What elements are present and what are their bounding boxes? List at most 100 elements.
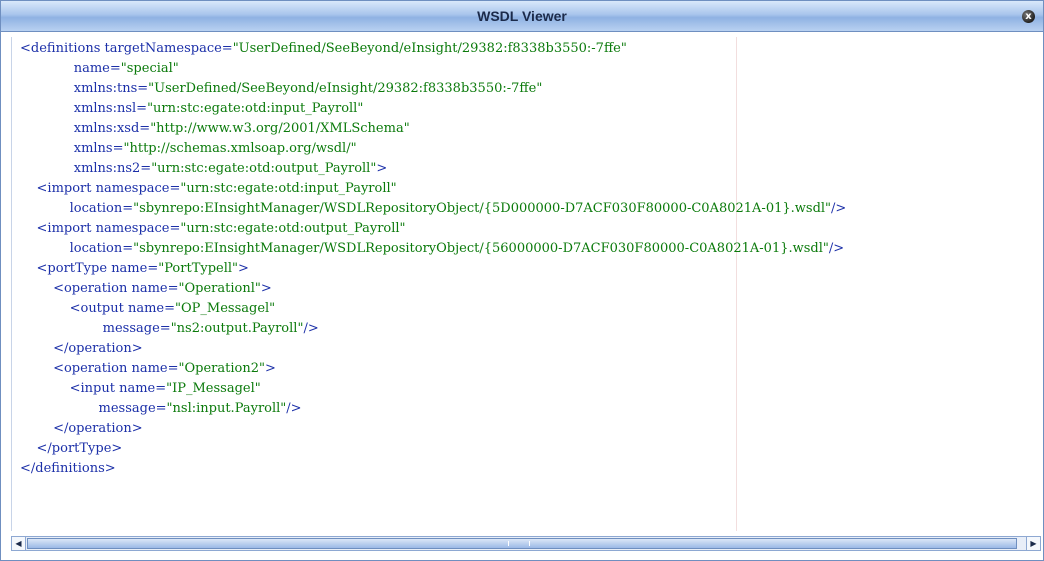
code-token: "Operationl" (178, 281, 261, 296)
code-token: name= (73, 61, 121, 76)
code-line: xmlns:nsl="urn:stc:egate:otd:input_Payro… (20, 99, 364, 119)
window-title: WSDL Viewer (477, 8, 567, 24)
scroll-left-arrow-icon[interactable]: ◀ (12, 537, 26, 550)
scrollbar-thumb[interactable] (27, 538, 1017, 549)
code-token: message= (98, 401, 167, 416)
margin-guide (736, 37, 737, 531)
code-token: "Operation2" (178, 361, 265, 376)
code-line: <portType name="PortTypell"> (20, 259, 249, 279)
title-bar[interactable]: WSDL Viewer x (1, 1, 1043, 32)
code-token: /> (303, 321, 319, 336)
code-line: xmlns:tns="UserDefined/SeeBeyond/eInsigh… (20, 79, 543, 99)
code-token: targetNamespace= (104, 41, 233, 56)
code-token: "urn:stc:egate:otd:input_Payroll" (180, 181, 397, 196)
code-line: </operation> (20, 419, 143, 439)
code-token: "UserDefined/SeeBeyond/eInsight/29382:f8… (148, 81, 543, 96)
code-token: "http://schemas.xmlsoap.org/wsdl/" (123, 141, 357, 156)
code-token: "urn:stc:egate:otd:input_Payroll" (147, 101, 364, 116)
code-token: </operation> (53, 341, 143, 356)
code-line: location="sbynrepo:EInsightManager/WSDLR… (20, 199, 847, 219)
code-token: <import (36, 221, 96, 236)
code-token: name= (127, 301, 176, 316)
scrollbar-grip (508, 541, 530, 546)
code-token: <input (69, 381, 120, 396)
code-token: "special" (120, 61, 179, 76)
code-token: xmlns:ns2= (73, 161, 152, 176)
code-token: "IP_Messagel" (166, 381, 261, 396)
scroll-right-arrow-icon[interactable]: ▶ (1026, 537, 1040, 550)
code-token: message= (102, 321, 171, 336)
code-token: xmlns= (73, 141, 124, 156)
code-token: "nsl:input.Payroll" (166, 401, 287, 416)
code-token: xmlns:nsl= (73, 101, 148, 116)
code-token: "PortTypell" (158, 261, 239, 276)
code-token: location= (69, 201, 134, 216)
code-token: namespace= (95, 221, 181, 236)
code-token: xmlns:xsd= (73, 121, 151, 136)
code-token: <import (36, 181, 96, 196)
code-token: <portType (36, 261, 112, 276)
code-token: "ns2:output.Payroll" (170, 321, 304, 336)
code-token: xmlns:tns= (73, 81, 149, 96)
horizontal-scrollbar[interactable]: ◀ ▶ (11, 536, 1041, 551)
code-line: xmlns:xsd="http://www.w3.org/2001/XMLSch… (20, 119, 410, 139)
code-token: > (264, 361, 276, 376)
code-line: </portType> (20, 439, 123, 459)
code-token: <definitions (20, 41, 105, 56)
code-token: "urn:stc:egate:otd:output_Payroll" (151, 161, 377, 176)
code-token: namespace= (95, 181, 181, 196)
wsdl-viewer-window: WSDL Viewer x <definitions targetNamespa… (0, 0, 1044, 561)
code-token: "UserDefined/SeeBeyond/eInsight/29382:f8… (232, 41, 627, 56)
close-icon[interactable]: x (1022, 10, 1035, 23)
code-token: </operation> (53, 421, 143, 436)
code-token: name= (131, 281, 179, 296)
code-token: name= (111, 261, 159, 276)
code-token: > (376, 161, 388, 176)
code-line: </definitions> (20, 459, 116, 479)
code-token: "http://www.w3.org/2001/XMLSchema" (150, 121, 410, 136)
code-line: <output name="OP_Messagel" (20, 299, 276, 319)
code-line: location="sbynrepo:EInsightManager/WSDLR… (20, 239, 845, 259)
code-token: </definitions> (20, 461, 116, 476)
code-line: xmlns="http://schemas.xmlsoap.org/wsdl/" (20, 139, 357, 159)
wsdl-code-view[interactable]: <definitions targetNamespace="UserDefine… (11, 37, 1042, 531)
code-token: "urn:stc:egate:otd:output_Payroll" (180, 221, 406, 236)
code-line: <definitions targetNamespace="UserDefine… (20, 39, 627, 59)
code-line: message="ns2:output.Payroll"/> (20, 319, 319, 339)
code-token: > (238, 261, 249, 276)
code-line: <import namespace="urn:stc:egate:otd:inp… (20, 179, 397, 199)
code-line: <import namespace="urn:stc:egate:otd:out… (20, 219, 406, 239)
code-line: <operation name="Operation2"> (20, 359, 276, 379)
code-token: name= (131, 361, 179, 376)
code-line: xmlns:ns2="urn:stc:egate:otd:output_Payr… (20, 159, 388, 179)
code-line: <operation name="Operationl"> (20, 279, 272, 299)
code-token: </portType> (36, 441, 123, 456)
code-token: /> (828, 241, 845, 256)
code-token: "sbynrepo:EInsightManager/WSDLRepository… (133, 241, 829, 256)
code-line: </operation> (20, 339, 143, 359)
code-token: > (260, 281, 272, 296)
code-token: <output (69, 301, 128, 316)
code-token: /> (831, 201, 847, 216)
code-token: name= (119, 381, 167, 396)
code-token: <operation (53, 361, 132, 376)
code-line: message="nsl:input.Payroll"/> (20, 399, 302, 419)
code-token: /> (286, 401, 302, 416)
code-token: <operation (53, 281, 132, 296)
